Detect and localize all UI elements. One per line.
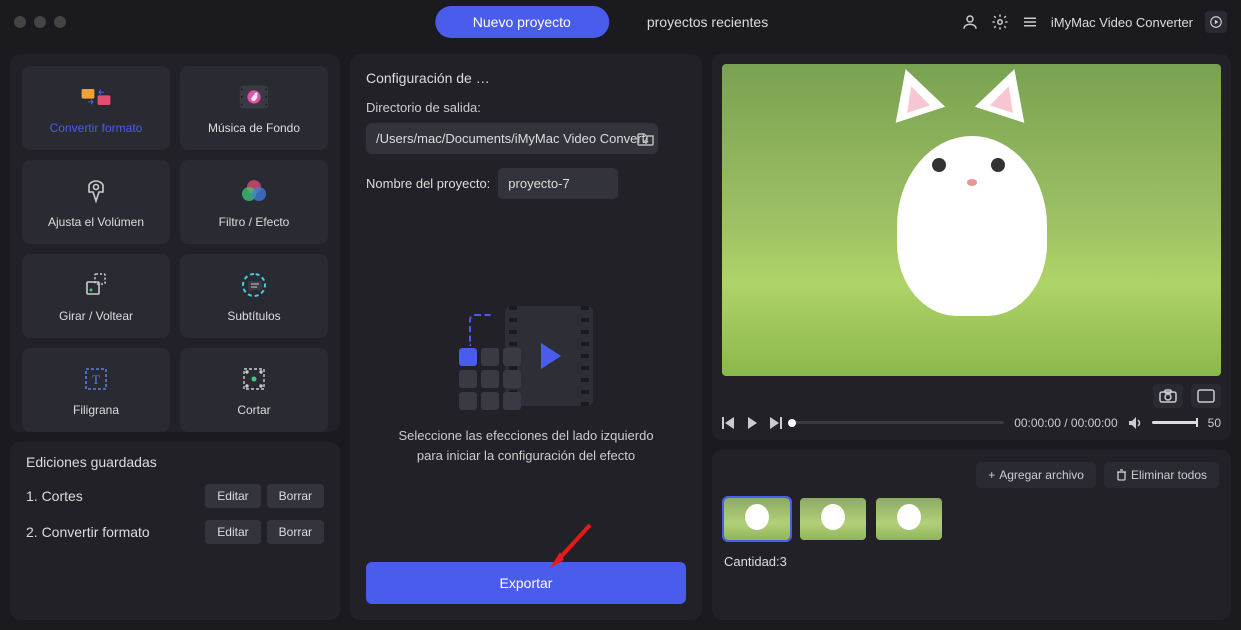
tool-label: Subtítulos <box>227 309 280 323</box>
tab-new-project[interactable]: Nuevo proyecto <box>435 6 609 38</box>
play-in-circle-icon[interactable] <box>1205 11 1227 33</box>
volume-value: 50 <box>1208 416 1221 430</box>
maximize-window-button[interactable] <box>54 16 66 28</box>
tool-adjust-volume[interactable]: Ajusta el Volúmen <box>22 160 170 244</box>
delete-button[interactable]: Borrar <box>267 484 324 508</box>
clip-thumbnail[interactable] <box>876 498 942 540</box>
tool-label: Convertir formato <box>50 121 143 135</box>
svg-text:T: T <box>92 372 100 387</box>
seek-bar[interactable] <box>792 421 1004 424</box>
export-button[interactable]: Exportar <box>366 562 686 604</box>
tool-convert-format[interactable]: Convertir formato <box>22 66 170 150</box>
fullscreen-icon[interactable] <box>1191 384 1221 408</box>
tool-trim[interactable]: Cortar <box>180 348 328 432</box>
subtitles-icon <box>238 269 270 301</box>
minimize-window-button[interactable] <box>34 16 46 28</box>
volume-icon[interactable] <box>1128 417 1142 429</box>
titlebar: Nuevo proyecto proyectos recientes iMyMa… <box>0 0 1241 44</box>
output-directory-label: Directorio de salida: <box>366 100 686 115</box>
saved-edit-label: 2. Convertir formato <box>26 524 150 540</box>
effects-illustration: Seleccione las efecciones del lado izqui… <box>366 213 686 562</box>
edit-button[interactable]: Editar <box>205 484 260 508</box>
tool-label: Música de Fondo <box>208 121 300 135</box>
tool-label: Filigrana <box>73 403 119 417</box>
tool-filter-effect[interactable]: Filtro / Efecto <box>180 160 328 244</box>
playback-controls: 00:00:00 / 00:00:00 50 <box>722 416 1221 430</box>
edit-button[interactable]: Editar <box>205 520 260 544</box>
remove-all-button[interactable]: Eliminar todos <box>1104 462 1219 488</box>
saved-edit-row: 2. Convertir formato Editar Borrar <box>26 520 324 544</box>
playback-time: 00:00:00 / 00:00:00 <box>1014 416 1117 430</box>
tool-background-music[interactable]: Música de Fondo <box>180 66 328 150</box>
clips-panel: +Agregar archivo Eliminar todos Cantidad… <box>712 450 1231 620</box>
delete-button[interactable]: Borrar <box>267 520 324 544</box>
preview-panel: 00:00:00 / 00:00:00 50 <box>712 54 1231 440</box>
watermark-icon: T <box>80 363 112 395</box>
next-track-icon[interactable] <box>768 417 782 429</box>
clip-thumbnail[interactable] <box>800 498 866 540</box>
filter-effect-icon <box>238 175 270 207</box>
trim-icon <box>238 363 270 395</box>
clip-thumbnail[interactable] <box>724 498 790 540</box>
tool-label: Cortar <box>237 403 270 417</box>
rotate-flip-icon <box>80 269 112 301</box>
config-title: Configuración de … <box>366 70 686 86</box>
user-icon[interactable] <box>961 13 979 31</box>
browse-folder-icon[interactable] <box>636 129 656 149</box>
prev-track-icon[interactable] <box>722 417 736 429</box>
saved-edits-title: Ediciones guardadas <box>26 454 324 470</box>
saved-edits-panel: Ediciones guardadas 1. Cortes Editar Bor… <box>10 442 340 620</box>
titlebar-right: iMyMac Video Converter <box>961 11 1227 33</box>
configuration-panel: Configuración de … Directorio de salida:… <box>350 54 702 620</box>
hint-text-line-2: para iniciar la configuración del efecto <box>398 446 653 466</box>
tool-label: Girar / Voltear <box>59 309 133 323</box>
top-tabs: Nuevo proyecto proyectos recientes <box>435 6 806 38</box>
app-name-label: iMyMac Video Converter <box>1051 15 1193 30</box>
add-file-button[interactable]: +Agregar archivo <box>976 462 1096 488</box>
video-preview[interactable] <box>722 64 1221 376</box>
music-icon <box>238 81 270 113</box>
gear-icon[interactable] <box>991 13 1009 31</box>
hint-text-line-1: Seleccione las efecciones del lado izqui… <box>398 426 653 446</box>
tool-grid: Convertir formato Música de Fondo Ajusta… <box>10 54 340 432</box>
thumbnails-row <box>724 498 1219 540</box>
tool-label: Filtro / Efecto <box>219 215 290 229</box>
tool-watermark[interactable]: T Filigrana <box>22 348 170 432</box>
play-icon[interactable] <box>746 417 758 429</box>
tool-rotate-flip[interactable]: Girar / Voltear <box>22 254 170 338</box>
clip-count: Cantidad:3 <box>724 554 1219 569</box>
snapshot-icon[interactable] <box>1153 384 1183 408</box>
menu-icon[interactable] <box>1021 13 1039 31</box>
close-window-button[interactable] <box>14 16 26 28</box>
tool-subtitles[interactable]: Subtítulos <box>180 254 328 338</box>
saved-edit-label: 1. Cortes <box>26 488 83 504</box>
volume-slider[interactable] <box>1152 421 1198 424</box>
volume-icon <box>80 175 112 207</box>
project-name-label: Nombre del proyecto: <box>366 176 490 191</box>
project-name-input[interactable] <box>498 168 618 199</box>
window-controls <box>14 16 66 28</box>
output-directory-input[interactable] <box>366 123 658 154</box>
tool-label: Ajusta el Volúmen <box>48 215 144 229</box>
convert-format-icon <box>80 81 112 113</box>
tab-recent-projects[interactable]: proyectos recientes <box>609 6 806 38</box>
saved-edit-row: 1. Cortes Editar Borrar <box>26 484 324 508</box>
